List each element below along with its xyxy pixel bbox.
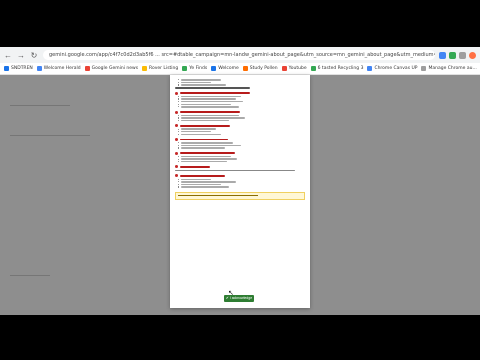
bookmark-favicon-icon: [84, 66, 90, 71]
extension-icon[interactable]: [449, 51, 456, 59]
bookmark-item[interactable]: Chrome Canvas UP: [367, 66, 417, 71]
bookmark-favicon-icon: [281, 66, 287, 71]
bookmark-item[interactable]: 6 tasted Recycling 3: [310, 66, 364, 71]
bookmark-item[interactable]: Welcome: [211, 66, 239, 71]
bookmark-item[interactable]: Google Gemini news: [84, 66, 139, 71]
bookmark-label: Youtube: [288, 66, 307, 71]
address-bar: ← → ↻ gemini.google.com/app/c4f7c0d2d3ab…: [0, 47, 480, 64]
browser-window: ← → ↻ gemini.google.com/app/c4f7c0d2d3ab…: [0, 47, 480, 315]
section-header: [175, 174, 305, 178]
bookmark-item[interactable]: Welcome Herald: [36, 66, 81, 71]
bookmark-favicon-icon: [211, 66, 217, 71]
bookmark-item[interactable]: Youtube: [281, 66, 307, 71]
url-field[interactable]: gemini.google.com/app/c4f7c0d2d3ab5f6 ..…: [43, 50, 435, 60]
dialog-body: [175, 78, 305, 200]
bookmark-favicon-icon: [4, 66, 9, 71]
bookmark-favicon-icon: [310, 66, 316, 71]
bookmark-favicon-icon: [182, 66, 188, 71]
bookmark-favicon-icon: [36, 66, 42, 71]
bookmarks-bar: SNDTREN Welcome Herald Google Gemini news R…: [0, 63, 480, 75]
bookmark-label: Rover Listing: [149, 66, 179, 71]
bookmark-favicon-icon: [421, 66, 427, 71]
section-header: [175, 124, 305, 128]
warning-banner: [175, 191, 305, 200]
profile-avatar[interactable]: [469, 51, 476, 59]
section-header: [175, 91, 305, 95]
bookmark-label: 6 tasted Recycling 3: [317, 66, 364, 71]
bookmark-label: Ye Finds: [189, 66, 208, 71]
bookmark-label: Google Gemini news: [91, 66, 139, 71]
section-header: [175, 110, 305, 114]
bookmark-item[interactable]: SNDTREN: [4, 66, 33, 71]
mouse-cursor-icon: ↖: [228, 290, 234, 297]
bookmark-label: Welcome Herald: [43, 66, 81, 71]
bookmark-label: Welcome: [218, 66, 239, 71]
bookmark-label: Manage Chrome au...: [428, 66, 477, 71]
policy-dialog: ✔ I acknowledge: [170, 75, 310, 308]
extension-icon[interactable]: [459, 51, 466, 59]
bookmark-item[interactable]: Rover Listing: [142, 66, 178, 71]
bookmark-item[interactable]: Manage Chrome au...: [421, 66, 477, 71]
bookmark-favicon-icon: [367, 66, 373, 71]
page-content: ✔ I acknowledge ↖: [0, 75, 480, 315]
reload-icon[interactable]: ↻: [29, 50, 39, 60]
section-header: [175, 137, 305, 141]
bookmark-label: Chrome Canvas UP: [374, 66, 418, 71]
video-letterbox-top: [0, 0, 480, 47]
section-header: [175, 151, 305, 155]
bookmark-label: SNDTREN: [11, 66, 33, 71]
extension-icon[interactable]: [439, 51, 446, 59]
extension-icons: [439, 51, 476, 59]
back-icon[interactable]: ←: [3, 50, 13, 60]
bookmark-favicon-icon: [242, 66, 248, 71]
section-header: [175, 165, 305, 169]
bookmark-item[interactable]: Ye Finds: [182, 66, 207, 71]
forward-icon[interactable]: →: [16, 50, 26, 60]
bookmark-item[interactable]: Study Pollen: [242, 66, 278, 71]
video-letterbox-bottom: [0, 315, 480, 360]
warning-text: [178, 194, 258, 197]
bookmark-favicon-icon: [142, 66, 148, 71]
bookmark-label: Study Pollen: [249, 66, 278, 71]
